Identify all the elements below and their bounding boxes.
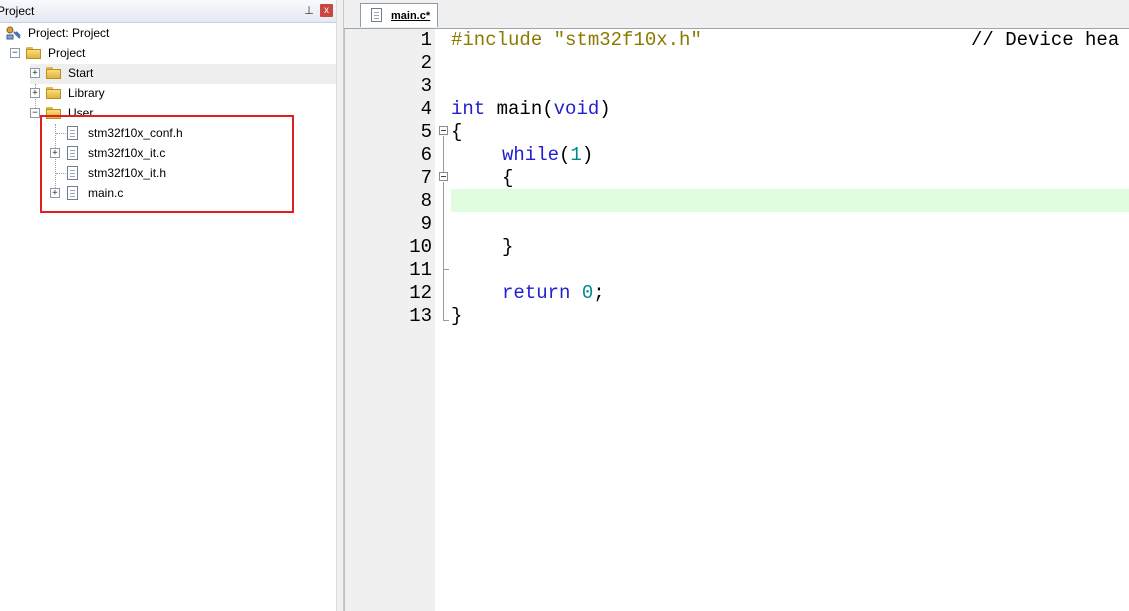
line-number: 6 (420, 144, 432, 166)
line-number: 11 (409, 259, 432, 281)
folder-icon (46, 87, 62, 99)
line-number: 7 (420, 167, 432, 189)
code-line: 9 (345, 213, 1129, 236)
tree-folder-library[interactable]: + Library (0, 83, 336, 103)
tree-root[interactable]: Project: Project (0, 23, 336, 43)
tree-root-label: Project: Project (28, 26, 110, 40)
include-string: "stm32f10x.h" (553, 29, 702, 51)
code-line: 6 while(1) (345, 144, 1129, 167)
code-line: 10 } (345, 236, 1129, 259)
keyword: while (502, 144, 560, 166)
code-text: #include "stm32f10x.h" (451, 29, 702, 52)
file-icon (371, 8, 382, 22)
project-targets-icon (6, 26, 21, 40)
line-number: 4 (420, 98, 432, 120)
folder-icon (46, 67, 62, 79)
punctuation: ; (593, 282, 605, 304)
punctuation: ) (581, 144, 594, 166)
code-line: 1 #include "stm32f10x.h" // Device hea (345, 29, 1129, 52)
line-number: 3 (420, 75, 432, 97)
pin-icon[interactable]: ⊥ (302, 4, 316, 18)
expand-icon[interactable]: + (30, 68, 40, 78)
panel-titlebar: Project ⊥ x (0, 0, 336, 23)
punctuation: ( (559, 144, 571, 166)
tree-item-project[interactable]: − Project (0, 43, 336, 63)
code-line: 13 } (345, 305, 1129, 328)
code-line: 2 (345, 52, 1129, 75)
panel-title: Project (0, 4, 35, 18)
code-text: { (451, 121, 463, 143)
tree-folder-start[interactable]: + Start (0, 63, 336, 83)
code-line: 3 (345, 75, 1129, 98)
close-panel-button[interactable]: x (320, 4, 333, 17)
line-number: 12 (409, 282, 432, 304)
project-panel: Project ⊥ x Project: Project − Project +… (0, 0, 336, 611)
keyword: int (451, 98, 486, 120)
keyword: void (553, 98, 600, 120)
tree-folder-label: Library (68, 86, 105, 100)
code-editor[interactable]: 1 #include "stm32f10x.h" // Device hea 2… (344, 29, 1129, 611)
editor-tab-bar: main.c* (344, 0, 1129, 29)
tab-main-c[interactable]: main.c* (360, 3, 438, 27)
preprocessor-directive: #include (451, 29, 543, 51)
code-line: 4 int main(void) (345, 98, 1129, 121)
function-name: main( (485, 98, 554, 120)
collapse-icon[interactable]: − (10, 48, 20, 58)
code-comment: // Device hea (971, 29, 1120, 51)
code-line: 11 (345, 259, 1129, 282)
tab-label: main.c* (391, 10, 431, 22)
expand-icon[interactable]: + (30, 88, 40, 98)
number-literal: 0 (581, 282, 594, 304)
code-text: } (451, 305, 463, 327)
line-number: 5 (420, 121, 432, 143)
code-text: { (502, 167, 514, 189)
line-number: 8 (420, 190, 432, 212)
project-folder-icon (26, 47, 42, 59)
code-text: } (502, 236, 514, 258)
collapse-icon[interactable]: − (30, 108, 40, 118)
line-number: 10 (409, 236, 432, 258)
code-text: while(1) (502, 144, 593, 167)
line-number: 2 (420, 52, 432, 74)
tree-folder-label: Start (68, 66, 94, 80)
code-line: 5 { (345, 121, 1129, 144)
code-line: 8 (345, 190, 1129, 213)
code-text: int main(void) (451, 98, 611, 121)
keyword: return (502, 282, 571, 304)
number-literal: 1 (570, 144, 582, 166)
tree-item-label: Project (48, 46, 86, 60)
panel-splitter[interactable] (336, 0, 344, 611)
line-number: 1 (420, 29, 432, 51)
code-line: 12 return 0; (345, 282, 1129, 305)
code-text: return 0; (502, 282, 605, 305)
code-line: 7 { (345, 167, 1129, 190)
line-number: 13 (409, 305, 432, 327)
line-number: 9 (420, 213, 432, 235)
annotation-highlight-box (40, 115, 294, 213)
punctuation: ) (599, 98, 611, 120)
